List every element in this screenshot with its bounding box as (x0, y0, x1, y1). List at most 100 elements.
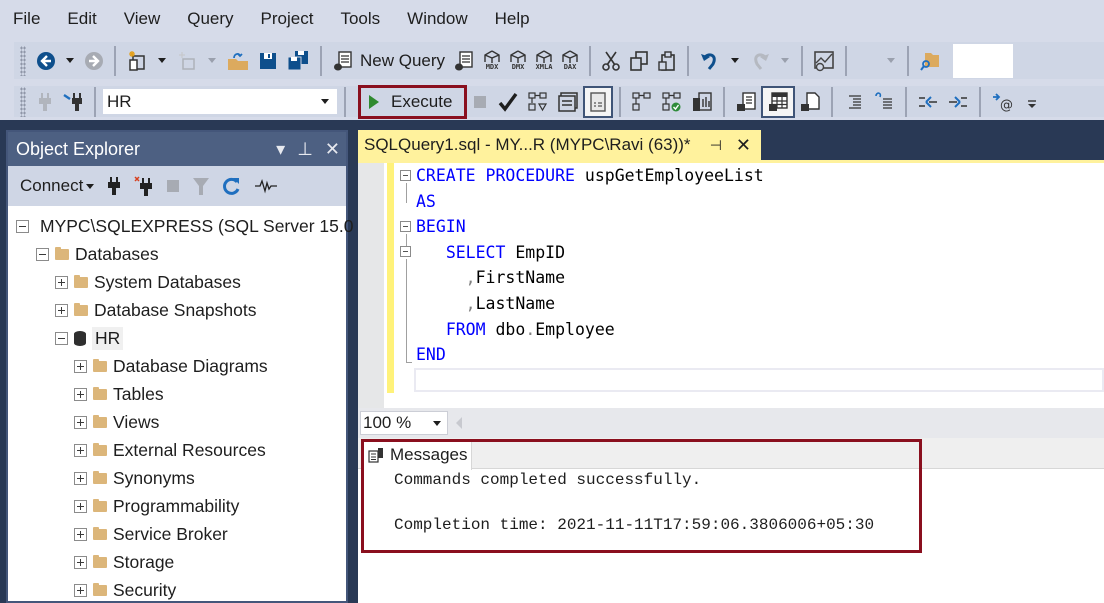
filter-icon[interactable] (192, 176, 210, 196)
quick-find-input[interactable] (953, 43, 1014, 78)
sql-editor[interactable]: CREATE PROCEDURE uspGetEmployeeList AS BEG… (358, 163, 1104, 408)
expand-toggle[interactable] (55, 303, 68, 317)
fold-toggle[interactable] (400, 221, 411, 232)
expand-toggle[interactable] (74, 359, 87, 373)
tree-node-databases[interactable]: Databases (8, 240, 346, 268)
menu-query[interactable]: Query (178, 9, 251, 29)
expand-toggle[interactable] (74, 499, 87, 513)
open-file-button[interactable] (222, 45, 254, 77)
tree-node-external-resources[interactable]: External Resources (8, 436, 346, 464)
collapse-toggle[interactable] (16, 219, 29, 233)
menu-tools[interactable]: Tools (331, 9, 398, 29)
specify-template-values-button[interactable]: @ (987, 86, 1019, 118)
back-button[interactable] (32, 45, 60, 77)
find-in-files-button[interactable] (915, 45, 945, 77)
expand-toggle[interactable] (74, 387, 87, 401)
tree-node-database-diagrams[interactable]: Database Diagrams (8, 352, 346, 380)
uncomment-lines-button[interactable] (869, 86, 899, 118)
expand-toggle[interactable] (74, 471, 87, 485)
menu-project[interactable]: Project (252, 9, 332, 29)
activity-pulse-icon[interactable] (254, 178, 278, 194)
database-engine-query-button[interactable] (449, 45, 479, 77)
tree-node-views[interactable]: Views (8, 408, 346, 436)
parse-button[interactable] (493, 86, 523, 118)
mdx-query-button[interactable]: MDX (479, 45, 505, 77)
intellisense-enabled-button[interactable] (583, 85, 614, 118)
available-databases-select[interactable]: HR (102, 88, 338, 115)
toolbar-grip[interactable] (20, 86, 26, 117)
tree-node-system-databases[interactable]: System Databases (8, 268, 346, 296)
expand-toggle[interactable] (74, 415, 87, 429)
new-project-dropdown[interactable] (158, 58, 166, 63)
zoom-level-select[interactable]: 100 % (360, 411, 448, 435)
redo-dropdown[interactable] (781, 58, 790, 63)
connect-button[interactable] (32, 86, 58, 118)
connect-dropdown-button[interactable]: Connect (20, 176, 95, 196)
pin-icon[interactable]: ⊥ (297, 139, 313, 160)
results-to-grid-button[interactable] (761, 85, 796, 118)
messages-tab[interactable]: Messages (362, 440, 472, 470)
tree-node-database-snapshots[interactable]: Database Snapshots (8, 296, 346, 324)
expand-toggle[interactable] (74, 583, 87, 597)
expand-toggle[interactable] (74, 527, 87, 541)
include-actual-plan-button[interactable] (627, 86, 657, 118)
menu-view[interactable]: View (115, 9, 179, 29)
close-icon[interactable]: ✕ (325, 139, 340, 160)
change-connection-button[interactable] (58, 86, 88, 118)
expand-toggle[interactable] (74, 555, 87, 569)
back-dropdown[interactable] (66, 58, 74, 63)
paste-button[interactable] (653, 45, 681, 77)
add-item-dropdown[interactable] (208, 58, 216, 63)
menu-window[interactable]: Window (398, 9, 485, 29)
copy-button[interactable] (625, 45, 653, 77)
activity-monitor-button[interactable] (809, 45, 839, 77)
collapse-toggle[interactable] (36, 247, 49, 261)
save-all-button[interactable] (282, 45, 314, 77)
redo-button[interactable] (745, 45, 775, 77)
menu-edit[interactable]: Edit (58, 9, 114, 29)
dmx-query-button[interactable]: DMX (505, 45, 531, 77)
client-statistics-button[interactable] (687, 86, 717, 118)
editor-tab-sqlquery1[interactable]: SQLQuery1.sql - MY...R (MYPC\Ravi (63))*… (358, 130, 761, 160)
save-button[interactable] (254, 45, 282, 77)
code-content[interactable]: CREATE PROCEDURE uspGetEmployeeList AS BEG… (416, 163, 764, 368)
tree-node-service-broker[interactable]: Service Broker (8, 520, 346, 548)
fold-toggle[interactable] (400, 246, 411, 257)
tree-node-server[interactable]: MYPC\SQLEXPRESS (SQL Server 15.0 (8, 212, 354, 240)
tree-node-synonyms[interactable]: Synonyms (8, 464, 346, 492)
fold-toggle[interactable] (400, 170, 411, 181)
forward-button[interactable] (80, 45, 108, 77)
undo-button[interactable] (695, 45, 725, 77)
window-position-dropdown-icon[interactable]: ▾ (276, 139, 285, 160)
add-item-button[interactable] (172, 45, 202, 77)
cut-button[interactable] (597, 45, 625, 77)
expand-toggle[interactable] (74, 443, 87, 457)
toolbar-overflow-button[interactable] (1019, 86, 1045, 118)
refresh-icon[interactable] (222, 176, 242, 196)
query-options-button[interactable] (553, 86, 583, 118)
new-query-button[interactable]: New Query (328, 45, 449, 77)
tree-node-hr-database[interactable]: HR (8, 324, 346, 352)
menu-help[interactable]: Help (486, 9, 548, 29)
display-estimated-plan-button[interactable] (523, 86, 553, 118)
scroll-left-arrow[interactable] (456, 417, 462, 429)
pin-tab-icon[interactable]: ⊣ (710, 137, 722, 154)
toolbar-grip[interactable] (20, 45, 26, 76)
tree-node-programmability[interactable]: Programmability (8, 492, 346, 520)
results-to-file-button[interactable] (795, 86, 825, 118)
menu-file[interactable]: File (4, 9, 58, 29)
close-tab-icon[interactable]: ✕ (736, 135, 751, 156)
decrease-indent-button[interactable] (913, 86, 943, 118)
disconnect-icon[interactable] (134, 176, 154, 196)
expand-toggle[interactable] (55, 275, 68, 289)
live-query-stats-button[interactable] (657, 86, 687, 118)
xmla-query-button[interactable]: XMLA (531, 45, 557, 77)
comment-lines-button[interactable] (839, 86, 869, 118)
connect-plug-icon[interactable] (106, 176, 122, 196)
execute-button[interactable]: Execute (358, 84, 468, 119)
tree-node-security[interactable]: Security (8, 576, 346, 603)
tree-node-storage[interactable]: Storage (8, 548, 346, 576)
undo-dropdown[interactable] (731, 58, 740, 63)
cancel-query-button[interactable] (467, 86, 493, 118)
collapse-toggle[interactable] (55, 331, 68, 345)
